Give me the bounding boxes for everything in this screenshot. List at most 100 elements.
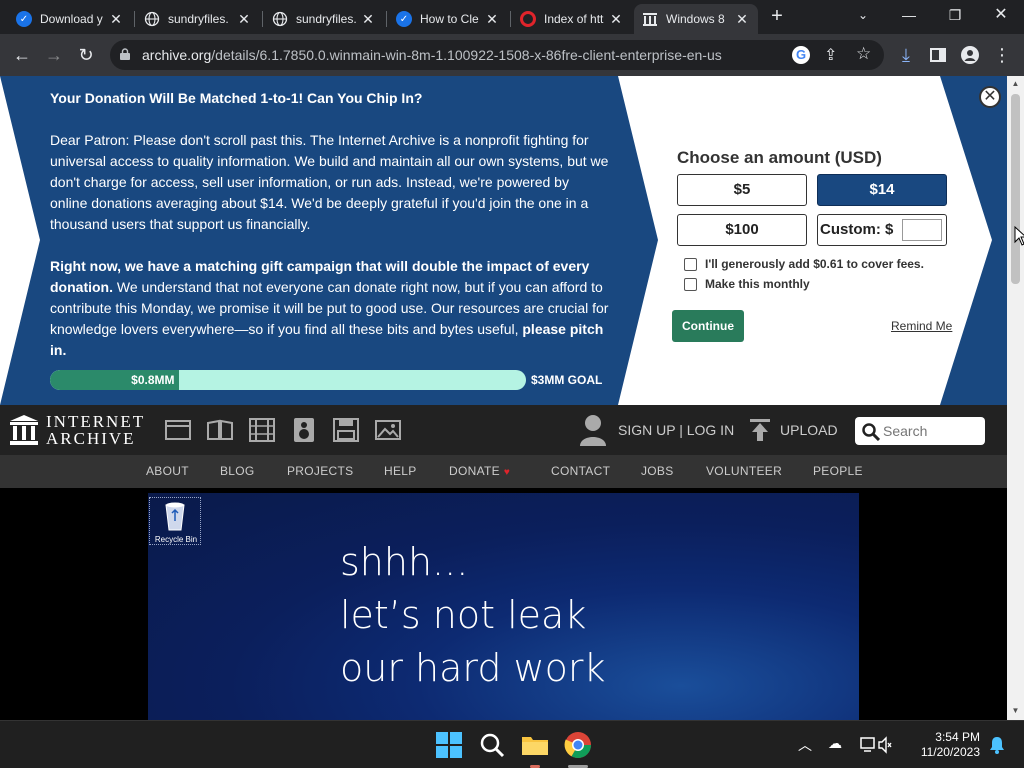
amount-5-button[interactable]: $5 (677, 174, 807, 206)
browser-tab-active[interactable]: Windows 8 ✕ (634, 4, 758, 34)
nav-people[interactable]: PEOPLE (813, 464, 863, 478)
browser-tab[interactable]: ✓ How to Cle ✕ (388, 4, 508, 34)
amount-14-button[interactable]: $14 (817, 174, 947, 206)
browser-tab[interactable]: sundryfiles. ✕ (136, 4, 260, 34)
bookmark-star-icon[interactable]: ☆ (856, 44, 871, 64)
choose-amount-label: Choose an amount (USD) (677, 148, 882, 167)
browser-tab[interactable]: Index of htt ✕ (512, 4, 632, 34)
network-volume-icons[interactable] (860, 736, 892, 754)
search-icon (862, 423, 880, 441)
new-tab-icon[interactable]: + (766, 6, 788, 28)
file-explorer-icon[interactable] (519, 729, 551, 761)
reload-icon[interactable]: ↻ (74, 43, 98, 67)
onedrive-cloud-icon[interactable]: ☁ (828, 735, 842, 752)
share-icon[interactable]: ⇪ (824, 45, 837, 65)
chrome-logo-icon: ✓ (16, 11, 32, 27)
user-icon[interactable] (580, 414, 606, 446)
system-clock[interactable]: 3:54 PM 11/20/2023 (914, 730, 980, 760)
heart-icon: ♥ (503, 467, 511, 478)
archive-logo-icon[interactable] (10, 415, 38, 445)
opera-logo-icon (520, 11, 536, 27)
donation-progress-bar: $0.8MM (50, 370, 526, 390)
close-window-icon[interactable]: ✕ (978, 0, 1024, 30)
banner-message: Your Donation Will Be Matched 1-to-1! Ca… (50, 88, 610, 382)
tab-title: Windows 8 (666, 12, 725, 26)
banner-right-chevron (940, 76, 1007, 405)
remind-me-link[interactable]: Remind Me (891, 319, 952, 333)
close-tab-icon[interactable]: ✕ (608, 11, 624, 28)
monthly-checkbox[interactable]: Make this monthly (684, 277, 810, 291)
url-text: archive.org/details/6.1.7850.0.winmain-w… (142, 47, 722, 63)
nav-projects[interactable]: PROJECTS (287, 464, 353, 478)
scroll-up-arrow-icon[interactable]: ▲ (1007, 79, 1024, 88)
banner-headline: Your Donation Will Be Matched 1-to-1! Ca… (50, 90, 423, 106)
browser-tab[interactable]: ✓ Download y ✕ (8, 4, 132, 34)
windows8-screenshot[interactable]: Recycle Bin shhh... let’s not leak our h… (148, 493, 859, 720)
nav-volunteer[interactable]: VOLUNTEER (706, 464, 782, 478)
chrome-taskbar-icon[interactable] (562, 729, 594, 761)
nav-contact[interactable]: CONTACT (551, 464, 610, 478)
checkbox-box[interactable] (684, 277, 697, 291)
close-banner-icon[interactable]: ✕ (979, 86, 1001, 108)
mouse-cursor-icon (1014, 226, 1024, 246)
progress-goal-label: $3MM GOAL (531, 373, 603, 387)
cover-fees-checkbox[interactable]: I'll generously add $0.61 to cover fees. (684, 257, 924, 271)
browser-tab[interactable]: sundryfiles. ✕ (264, 4, 384, 34)
audio-icon[interactable] (291, 418, 317, 442)
close-tab-icon[interactable]: ✕ (236, 11, 252, 28)
close-tab-icon[interactable]: ✕ (484, 11, 500, 28)
archive-wordmark[interactable]: INTERNET ARCHIVE (46, 413, 145, 447)
custom-amount-field[interactable]: Custom: $ (817, 214, 947, 246)
donation-banner: Your Donation Will Be Matched 1-to-1! Ca… (0, 76, 1007, 405)
menu-kebab-icon[interactable]: ⋮ (990, 43, 1014, 67)
signup-login-link[interactable]: SIGN UP | LOG IN (618, 422, 734, 438)
software-icon[interactable] (333, 418, 359, 442)
back-arrow-icon[interactable]: ← (10, 43, 34, 67)
chrome-logo-icon: ✓ (396, 11, 412, 27)
checkbox-box[interactable] (684, 257, 697, 271)
video-icon[interactable] (249, 418, 275, 442)
continue-button[interactable]: Continue (672, 310, 744, 342)
tab-search-chevron-icon[interactable]: ⌄ (840, 0, 886, 30)
custom-amount-label: Custom: $ (820, 221, 894, 238)
texts-icon[interactable] (207, 418, 233, 442)
notification-bell-icon[interactable] (989, 736, 1005, 754)
web-icon[interactable] (165, 418, 191, 442)
minimize-icon[interactable]: — (886, 0, 932, 30)
windows-start-icon[interactable] (433, 729, 465, 761)
scrollbar-thumb[interactable] (1011, 94, 1020, 284)
upload-link[interactable]: UPLOAD (780, 422, 838, 438)
close-tab-icon[interactable]: ✕ (108, 11, 124, 28)
nav-help[interactable]: HELP (384, 464, 417, 478)
archive-icon (642, 11, 658, 27)
profile-icon[interactable] (958, 43, 982, 67)
page-scrollbar[interactable]: ▲ ▼ (1007, 76, 1024, 720)
search-input[interactable] (883, 421, 979, 441)
nav-about[interactable]: ABOUT (146, 464, 189, 478)
banner-paragraph-1: Dear Patron: Please don't scroll past th… (50, 132, 609, 232)
tab-title: Download y (40, 12, 103, 26)
upload-icon[interactable] (750, 419, 770, 441)
nav-donate[interactable]: DONATE ♥ (449, 464, 510, 478)
taskbar-search-icon[interactable] (476, 729, 508, 761)
close-tab-icon[interactable]: ✕ (360, 11, 376, 28)
forward-arrow-icon[interactable]: → (42, 43, 66, 67)
watermark-message: shhh... let’s not leak our hard work (340, 536, 606, 695)
download-icon[interactable]: ⤓ (894, 43, 918, 67)
tab-title: Index of htt (544, 12, 604, 26)
tab-separator (386, 11, 387, 27)
google-lens-icon[interactable]: G (792, 46, 810, 64)
address-bar[interactable]: archive.org/details/6.1.7850.0.winmain-w… (110, 40, 884, 70)
close-tab-icon[interactable]: ✕ (734, 11, 750, 28)
globe-icon (144, 11, 160, 27)
search-box[interactable] (855, 417, 985, 445)
amount-100-button[interactable]: $100 (677, 214, 807, 246)
nav-jobs[interactable]: JOBS (641, 464, 674, 478)
nav-blog[interactable]: BLOG (220, 464, 255, 478)
restore-icon[interactable]: ❐ (932, 0, 978, 30)
side-panel-icon[interactable] (926, 43, 950, 67)
scroll-down-arrow-icon[interactable]: ▼ (1007, 706, 1024, 715)
custom-amount-input[interactable] (902, 219, 942, 241)
tray-overflow-chevron-icon[interactable]: ︿ (798, 735, 812, 755)
images-icon[interactable] (375, 418, 401, 442)
